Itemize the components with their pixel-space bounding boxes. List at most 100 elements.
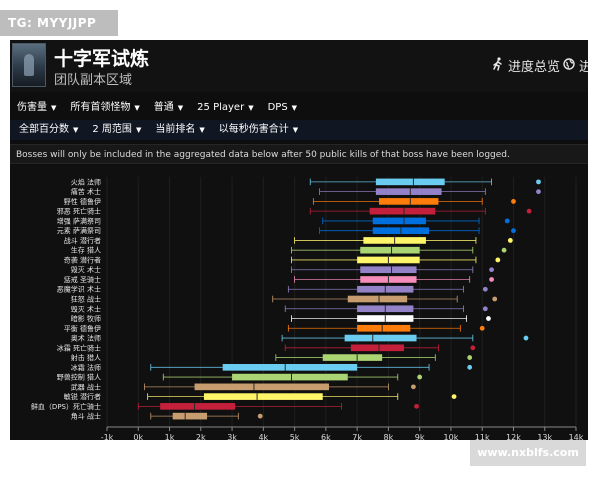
class-label: 火焰 法师 xyxy=(71,177,101,186)
x-tick-label: 10k xyxy=(444,433,459,440)
box xyxy=(203,393,323,400)
outlier-point xyxy=(501,247,507,253)
outlier-point xyxy=(482,306,488,312)
box xyxy=(160,403,236,410)
globe-icon xyxy=(563,57,575,74)
metric-dropdown[interactable]: 伤害量 ▼ xyxy=(10,98,63,118)
outlier-point xyxy=(511,228,516,234)
class-label: 战斗 潜行者 xyxy=(64,236,101,245)
class-label: 毁灭 术士 xyxy=(71,265,101,274)
outlier-point xyxy=(536,189,541,195)
page-subtitle: 团队副本区域 xyxy=(54,73,133,88)
x-tick-label: 14k xyxy=(569,433,584,440)
watermark: www.nxblfs.com xyxy=(470,440,586,466)
app-window: 十字军试炼 团队副本区域 进度总览 进 伤害量 ▼ 所有首领怪物 ▼ 普通 ▼ 25 … xyxy=(10,40,588,440)
difficulty-dropdown[interactable]: 普通 ▼ xyxy=(147,98,190,118)
x-tick-label: 5k xyxy=(290,433,300,440)
x-tick-label: 4k xyxy=(258,433,268,440)
raid-size-dropdown[interactable]: 25 Player ▼ xyxy=(190,98,260,118)
filter-bar-secondary: 全部百分数 ▼ 2 周范围 ▼ 当前排名 ▼ 以每秒伤害合计 ▼ xyxy=(10,120,588,140)
box xyxy=(344,334,417,342)
class-label: 奥术 法师 xyxy=(71,334,101,343)
box xyxy=(194,383,329,391)
x-tick-label: 11k xyxy=(475,433,490,440)
outlier-point xyxy=(489,277,494,282)
zone-thumbnail xyxy=(12,43,46,87)
world-link[interactable]: 进 xyxy=(563,56,588,75)
progress-overview-label: 进度总览 xyxy=(508,60,561,75)
caret-down-icon: ▼ xyxy=(51,104,57,112)
outlier-point xyxy=(492,296,498,302)
ranking-dropdown[interactable]: 当前排名 ▼ xyxy=(148,120,211,140)
outlier-point xyxy=(536,179,541,185)
x-tick-label: 3k xyxy=(227,433,237,440)
class-label: 野性 德鲁伊 xyxy=(64,197,101,206)
dps-boxplot-chart: -1k 0k 1k 2k 3k 4k 5k 6k 7k 8k 9k 10k 11k 12k 13k 14k 火焰… xyxy=(10,165,588,440)
caret-down-icon: ▼ xyxy=(73,126,79,134)
outlier-point xyxy=(417,374,423,380)
box xyxy=(375,178,445,186)
x-tick-label: 7k xyxy=(352,433,362,440)
class-label: 邪恶 死亡骑士 xyxy=(57,207,101,216)
class-label: 角斗 战士 xyxy=(71,412,101,421)
box xyxy=(357,324,411,332)
timeframe-dropdown[interactable]: 2 周范围 ▼ xyxy=(85,120,148,140)
class-label: 狂怒 战士 xyxy=(71,295,101,304)
outlier-point xyxy=(411,384,416,390)
box xyxy=(379,198,439,205)
outlier-point xyxy=(511,199,516,204)
class-label: 痛苦 术士 xyxy=(71,187,101,196)
outlier-point xyxy=(482,286,488,292)
aggregate-dropdown[interactable]: 以每秒伤害合计 ▼ xyxy=(212,120,305,140)
class-label: 平衡 德鲁伊 xyxy=(64,324,101,333)
running-figure-icon xyxy=(492,56,504,75)
outlier-point xyxy=(526,208,532,214)
class-label: 冰霜 死亡骑士 xyxy=(57,343,101,352)
outlier-point xyxy=(523,335,529,341)
outlier-point xyxy=(467,355,473,360)
box xyxy=(322,354,383,361)
caret-down-icon: ▼ xyxy=(248,104,254,112)
outlier-point xyxy=(495,257,501,263)
percentile-dropdown[interactable]: 全部百分数 ▼ xyxy=(12,120,85,140)
class-label: 奇袭 潜行者 xyxy=(64,255,101,264)
x-tick-label: 0k xyxy=(133,433,143,440)
box xyxy=(172,412,208,420)
x-tick-label: -1k xyxy=(101,433,114,440)
caret-down-icon: ▼ xyxy=(134,104,140,112)
x-tick-label: 12k xyxy=(506,433,521,440)
box xyxy=(350,344,405,352)
role-dropdown[interactable]: DPS ▼ xyxy=(261,98,304,118)
progress-overview-link[interactable]: 进度总览 xyxy=(492,56,560,75)
caret-down-icon: ▼ xyxy=(177,104,184,112)
class-label: 惩戒 圣骑士 xyxy=(64,275,101,284)
class-label: 增强 萨满祭司 xyxy=(57,216,101,225)
caret-down-icon: ▼ xyxy=(135,126,142,134)
outlier-point xyxy=(479,325,485,331)
page-title: 十字军试炼 xyxy=(54,48,150,70)
outlier-point xyxy=(504,218,510,224)
outlier-point xyxy=(486,316,491,321)
box xyxy=(360,266,417,274)
class-label: 冰霜 法师 xyxy=(71,363,101,372)
caret-down-icon: ▼ xyxy=(292,126,299,134)
boss-dropdown[interactable]: 所有首领怪物 ▼ xyxy=(63,98,146,118)
x-tick-label: 8k xyxy=(384,433,394,440)
zone-header: 十字军试炼 团队副本区域 进度总览 进 xyxy=(10,40,588,92)
box xyxy=(372,217,426,225)
class-label: 元素 萨满祭司 xyxy=(57,226,101,235)
class-label: 恶魔学识 术士 xyxy=(57,285,101,294)
outlier-point xyxy=(467,364,473,370)
box xyxy=(232,373,348,381)
x-tick-label: 1k xyxy=(165,433,175,440)
class-label: 野兽控制 猎人 xyxy=(57,373,101,382)
x-tick-label: 6k xyxy=(321,433,331,440)
box xyxy=(369,207,436,215)
outlier-point xyxy=(489,267,494,273)
box xyxy=(347,295,408,303)
world-link-label: 进 xyxy=(579,60,588,75)
x-tick-label: 13k xyxy=(537,433,552,440)
class-label: 敏锐 潜行者 xyxy=(64,392,101,401)
outlier-point xyxy=(507,238,513,243)
box xyxy=(360,246,420,254)
